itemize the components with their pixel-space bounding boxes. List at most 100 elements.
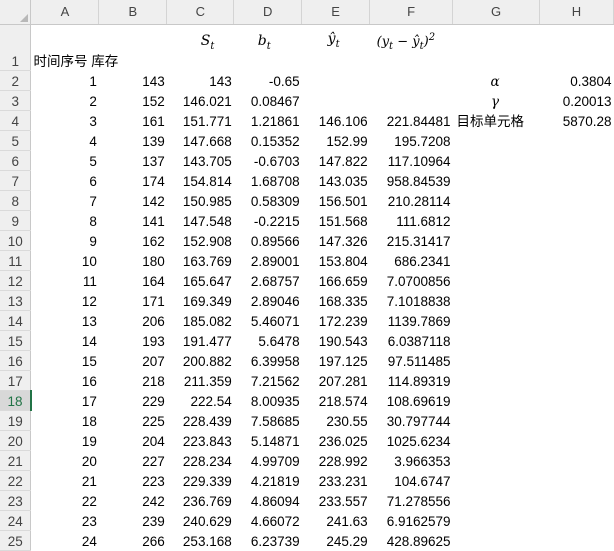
cell-d13[interactable]: 2.89046	[234, 290, 302, 310]
column-header-c[interactable]: C	[166, 0, 235, 25]
cell-d20[interactable]: 5.14871	[234, 430, 302, 450]
cell-e21[interactable]: 228.992	[302, 450, 370, 470]
cell-c8[interactable]: 150.985	[167, 190, 234, 210]
cell-e14[interactable]: 172.239	[302, 310, 370, 330]
cell-e20[interactable]: 236.025	[302, 430, 370, 450]
cell-b12[interactable]: 164	[99, 270, 167, 290]
cell-a20[interactable]: 19	[31, 430, 99, 450]
cell-a9[interactable]: 8	[31, 210, 99, 230]
cell-f2[interactable]	[370, 70, 453, 90]
cell-e25[interactable]: 245.29	[302, 530, 370, 550]
cell-a3[interactable]: 2	[31, 90, 99, 110]
cell-d9[interactable]: -0.2215	[234, 210, 302, 230]
cell-g20[interactable]	[453, 430, 540, 450]
cell-c6[interactable]: 143.705	[167, 150, 234, 170]
cell-c23[interactable]: 236.769	[167, 490, 234, 510]
cell-h25[interactable]	[540, 530, 614, 550]
cell-g25[interactable]	[453, 530, 540, 550]
cell-g10[interactable]	[453, 230, 540, 250]
cell-a25[interactable]: 24	[31, 530, 99, 550]
cell-e4[interactable]: 146.106	[302, 110, 370, 130]
cell-d5[interactable]: 0.15352	[234, 130, 302, 150]
cell-g6[interactable]	[453, 150, 540, 170]
cell-e9[interactable]: 151.568	[302, 210, 370, 230]
cell-e2[interactable]	[302, 70, 370, 90]
cell-b15[interactable]: 193	[99, 330, 167, 350]
cell-c21[interactable]: 228.234	[167, 450, 234, 470]
cell-e12[interactable]: 166.659	[302, 270, 370, 290]
cell-g8[interactable]	[453, 190, 540, 210]
cell-d11[interactable]: 2.89001	[234, 250, 302, 270]
cell-d25[interactable]: 6.23739	[234, 530, 302, 550]
cell-a22[interactable]: 21	[31, 470, 99, 490]
cell-h12[interactable]	[540, 270, 614, 290]
cell-b18[interactable]: 229	[99, 390, 167, 410]
row-header[interactable]: 11	[0, 250, 32, 271]
cell-h3[interactable]: 0.20013	[540, 90, 614, 110]
cell-f21[interactable]: 3.966353	[370, 450, 453, 470]
cell-f9[interactable]: 111.6812	[370, 210, 453, 230]
cell-b5[interactable]: 139	[99, 130, 167, 150]
cell-c18[interactable]: 222.54	[167, 390, 234, 410]
cell-h21[interactable]	[540, 450, 614, 470]
cell-f1[interactable]: (yt − ŷt)2	[370, 24, 453, 70]
cell-d1[interactable]: bt	[234, 24, 302, 70]
cell-c1[interactable]: St	[167, 24, 234, 70]
cell-a1[interactable]: 时间序号 库存	[31, 24, 167, 70]
cell-c19[interactable]: 228.439	[167, 410, 234, 430]
cell-b20[interactable]: 204	[99, 430, 167, 450]
cell-g19[interactable]	[453, 410, 540, 430]
cell-g2[interactable]: α	[453, 70, 540, 90]
cell-g13[interactable]	[453, 290, 540, 310]
cell-h23[interactable]	[540, 490, 614, 510]
cell-a10[interactable]: 9	[31, 230, 99, 250]
cell-e15[interactable]: 190.543	[302, 330, 370, 350]
row-header[interactable]: 14	[0, 310, 32, 331]
cell-h4[interactable]: 5870.28	[540, 110, 614, 130]
cell-c2[interactable]: 143	[167, 70, 234, 90]
column-header-f[interactable]: F	[369, 0, 454, 25]
cell-h13[interactable]	[540, 290, 614, 310]
cell-b4[interactable]: 161	[99, 110, 167, 130]
cell-b2[interactable]: 143	[99, 70, 167, 90]
cell-g4[interactable]: 目标单元格	[453, 110, 540, 130]
cell-a8[interactable]: 7	[31, 190, 99, 210]
cell-b17[interactable]: 218	[99, 370, 167, 390]
cell-h7[interactable]	[540, 170, 614, 190]
cell-e19[interactable]: 230.55	[302, 410, 370, 430]
cell-c15[interactable]: 191.477	[167, 330, 234, 350]
cell-e16[interactable]: 197.125	[302, 350, 370, 370]
row-header[interactable]: 25	[0, 530, 32, 551]
cell-c12[interactable]: 165.647	[167, 270, 234, 290]
cell-b22[interactable]: 223	[99, 470, 167, 490]
cell-g14[interactable]	[453, 310, 540, 330]
cell-h15[interactable]	[540, 330, 614, 350]
cell-g1[interactable]	[453, 24, 540, 70]
cell-f7[interactable]: 958.84539	[370, 170, 453, 190]
cell-d6[interactable]: -0.6703	[234, 150, 302, 170]
cell-b11[interactable]: 180	[99, 250, 167, 270]
row-header[interactable]: 23	[0, 490, 32, 511]
cell-d4[interactable]: 1.21861	[234, 110, 302, 130]
cell-d18[interactable]: 8.00935	[234, 390, 302, 410]
row-header[interactable]: 17	[0, 370, 32, 391]
row-header[interactable]: 16	[0, 350, 32, 371]
row-header[interactable]: 20	[0, 430, 32, 451]
cell-b21[interactable]: 227	[99, 450, 167, 470]
cell-g12[interactable]	[453, 270, 540, 290]
cell-h2[interactable]: 0.3804	[540, 70, 614, 90]
cell-c7[interactable]: 154.814	[167, 170, 234, 190]
cell-c10[interactable]: 152.908	[167, 230, 234, 250]
column-header-a[interactable]: A	[30, 0, 100, 25]
cell-a17[interactable]: 16	[31, 370, 99, 390]
cell-h9[interactable]	[540, 210, 614, 230]
cell-h17[interactable]	[540, 370, 614, 390]
cell-c24[interactable]: 240.629	[167, 510, 234, 530]
cell-d10[interactable]: 0.89566	[234, 230, 302, 250]
cell-a15[interactable]: 14	[31, 330, 99, 350]
cell-h1[interactable]	[540, 24, 614, 70]
cell-b24[interactable]: 239	[99, 510, 167, 530]
cell-a18[interactable]: 17	[31, 390, 99, 410]
cell-h14[interactable]	[540, 310, 614, 330]
cell-a5[interactable]: 4	[31, 130, 99, 150]
